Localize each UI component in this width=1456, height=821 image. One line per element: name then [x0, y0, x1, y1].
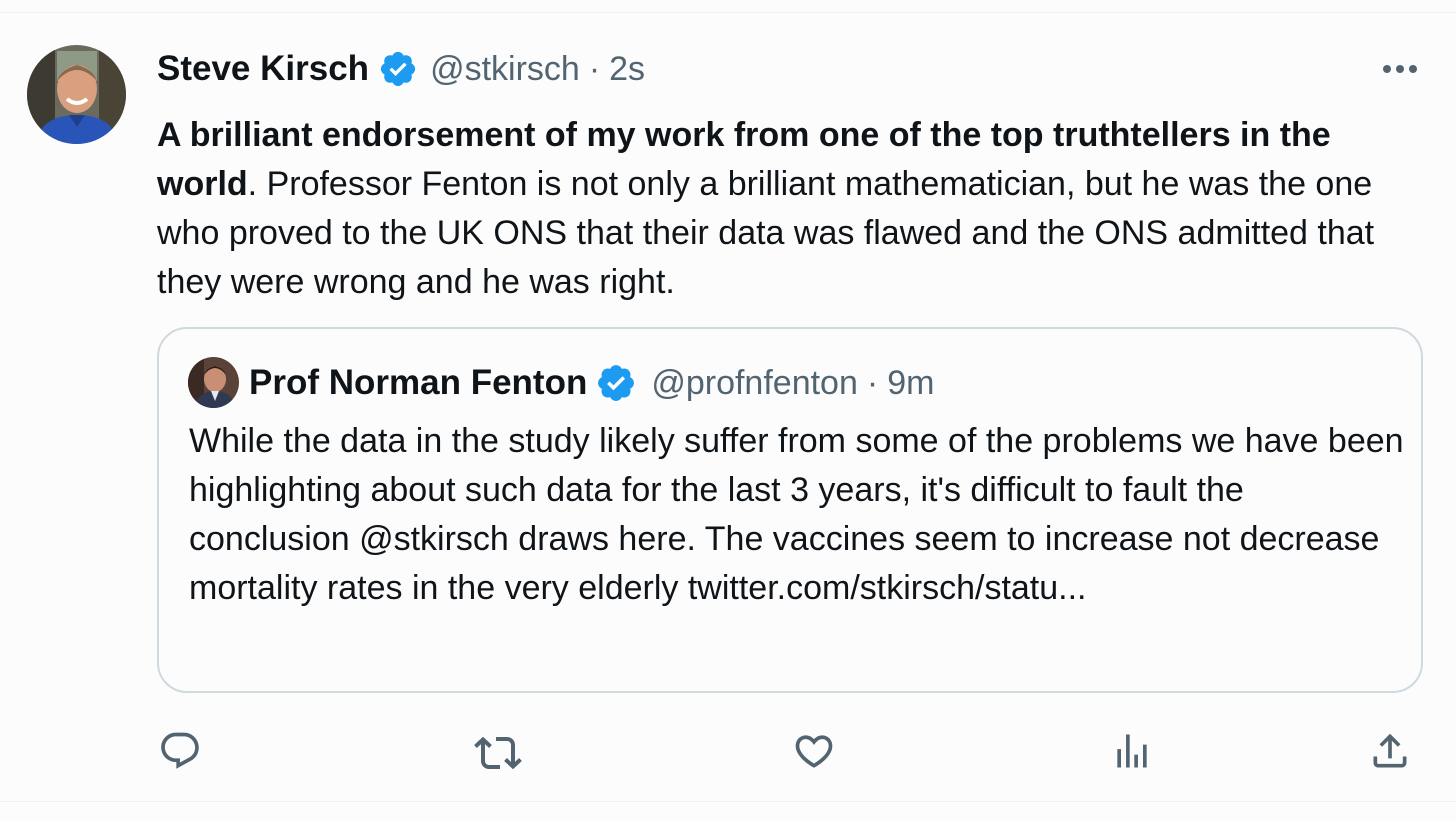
more-horizontal-icon[interactable] [1378, 55, 1422, 83]
quoted-tweet-header: Prof Norman Fenton @profnfenton · 9m [249, 361, 934, 405]
tweet-card[interactable]: Steve Kirsch @stkirsch · 2s A brilliant … [0, 12, 1456, 802]
verified-badge-icon [378, 49, 418, 89]
tweet-timestamp[interactable]: 2s [609, 50, 645, 89]
quoted-author-avatar[interactable] [188, 357, 239, 408]
retweet-icon[interactable] [474, 729, 522, 773]
quoted-tweet-timestamp[interactable]: 9m [887, 364, 934, 403]
tweet-header: Steve Kirsch @stkirsch · 2s [157, 47, 645, 91]
share-icon[interactable] [1368, 729, 1412, 773]
tweet-text-rest: . Professor Fenton is not only a brillia… [157, 165, 1375, 301]
quoted-author-handle[interactable]: @profnfenton [651, 364, 858, 403]
quoted-author-name[interactable]: Prof Norman Fenton [249, 363, 587, 403]
analytics-icon[interactable] [1110, 729, 1154, 773]
separator-dot: · [588, 49, 601, 88]
separator-dot: · [866, 363, 879, 402]
heart-icon[interactable] [792, 729, 836, 773]
author-avatar[interactable] [27, 45, 126, 144]
quoted-tweet[interactable]: Prof Norman Fenton @profnfenton · 9m Whi… [157, 327, 1423, 693]
tweet-action-bar [0, 719, 1456, 779]
verified-badge-icon [595, 362, 637, 404]
author-name[interactable]: Steve Kirsch [157, 49, 369, 89]
reply-icon[interactable] [158, 729, 202, 773]
tweet-text: A brilliant endorsement of my work from … [157, 111, 1427, 307]
quoted-tweet-text: While the data in the study likely suffe… [189, 422, 1404, 607]
author-handle[interactable]: @stkirsch [430, 50, 580, 89]
